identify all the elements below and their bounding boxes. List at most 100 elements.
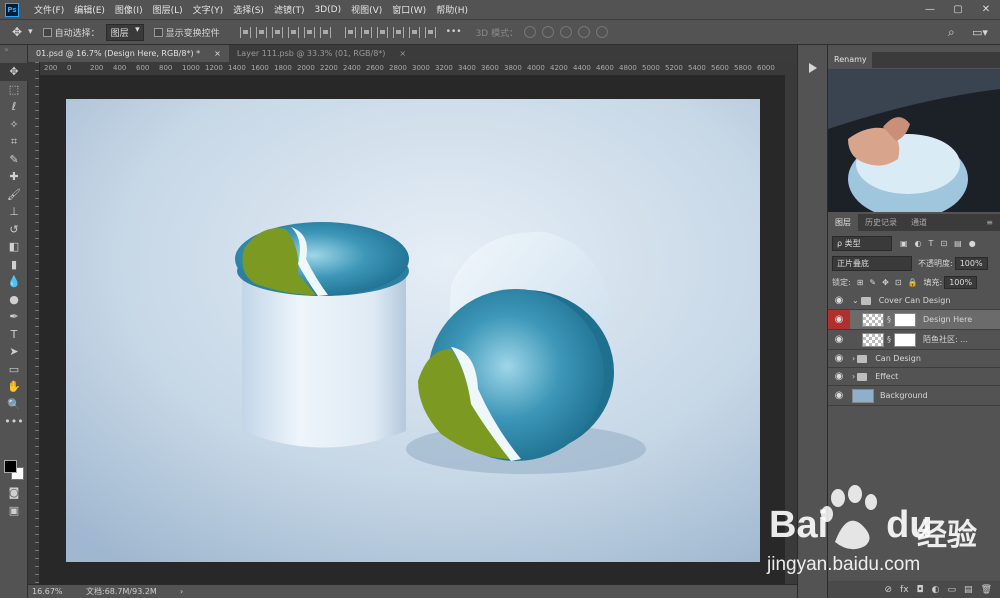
distribute-top-icon[interactable] bbox=[344, 26, 356, 38]
pen-tool-icon[interactable]: ✒ bbox=[0, 308, 28, 326]
show-transform-checkbox[interactable] bbox=[153, 27, 163, 37]
gradient-tool-icon[interactable]: ▮ bbox=[0, 256, 28, 274]
filter-adjust-icon[interactable]: ◐ bbox=[915, 239, 922, 248]
add-mask-icon[interactable]: ◘ bbox=[917, 585, 924, 595]
menu-help[interactable]: 帮助(H) bbox=[431, 3, 473, 16]
eye-icon[interactable]: ◉ bbox=[828, 368, 850, 385]
distribute-hcenter-icon[interactable] bbox=[408, 26, 420, 38]
hand-tool-icon[interactable]: ✋ bbox=[0, 378, 28, 396]
quick-mask-icon[interactable]: ◙ bbox=[0, 484, 28, 502]
panel-menu-icon[interactable]: ≡ bbox=[979, 214, 1000, 231]
document-canvas[interactable] bbox=[66, 99, 760, 562]
layer-row[interactable]: ◉ § 陌鱼社区: ... bbox=[828, 330, 1000, 349]
zoom-level[interactable]: 16.67% bbox=[28, 587, 78, 596]
eraser-tool-icon[interactable]: ◧ bbox=[0, 238, 28, 256]
opacity-input[interactable]: 100% bbox=[954, 257, 988, 270]
chevron-down-icon[interactable]: ⌄ bbox=[852, 296, 859, 305]
color-swatches[interactable] bbox=[3, 459, 25, 481]
menu-window[interactable]: 窗口(W) bbox=[387, 3, 431, 16]
chevron-right-icon[interactable]: › bbox=[852, 354, 855, 363]
workspace-icon[interactable]: ▭▾ bbox=[972, 26, 988, 39]
brush-tool-icon[interactable]: 🖌 bbox=[0, 186, 28, 204]
tab-history[interactable]: 历史记录 bbox=[858, 214, 904, 231]
layer-row[interactable]: ◉ › Effect bbox=[828, 368, 1000, 385]
tab-layer-111-psb[interactable]: Layer 111.psb @ 33.3% (01, RGB/8*) × bbox=[229, 45, 414, 62]
align-right-icon[interactable] bbox=[319, 26, 331, 38]
rectangle-tool-icon[interactable]: ▭ bbox=[0, 361, 28, 379]
blur-tool-icon[interactable]: 💧 bbox=[0, 273, 28, 291]
menu-select[interactable]: 选择(S) bbox=[228, 3, 269, 16]
tab-layers[interactable]: 图层 bbox=[828, 214, 858, 231]
eye-icon[interactable]: ◉ bbox=[828, 387, 850, 404]
move-tool-icon[interactable]: ✥ bbox=[12, 25, 22, 39]
type-tool-icon[interactable]: T bbox=[0, 326, 28, 344]
screen-mode-icon[interactable]: ▣ bbox=[0, 502, 28, 520]
canvas-area[interactable] bbox=[40, 76, 785, 584]
trash-icon[interactable]: 🗑 bbox=[981, 585, 992, 595]
menu-filter[interactable]: 滤镜(T) bbox=[269, 3, 310, 16]
align-left-icon[interactable] bbox=[287, 26, 299, 38]
auto-select-dropdown[interactable]: 图层 bbox=[105, 23, 144, 41]
3d-pan-icon[interactable] bbox=[560, 26, 573, 38]
distribute-right-icon[interactable] bbox=[424, 26, 436, 38]
magic-wand-tool-icon[interactable]: ✧ bbox=[0, 116, 28, 134]
blend-mode-dropdown[interactable]: 正片叠底 bbox=[832, 256, 912, 271]
status-menu-icon[interactable]: › bbox=[180, 587, 183, 596]
new-group-icon[interactable]: ▭ bbox=[948, 585, 957, 595]
marquee-tool-icon[interactable]: ⬚ bbox=[0, 81, 28, 99]
distribute-vcenter-icon[interactable] bbox=[360, 26, 372, 38]
tab-channels[interactable]: 通道 bbox=[904, 214, 934, 231]
lasso-tool-icon[interactable]: ℓ bbox=[0, 98, 28, 116]
filter-smart-icon[interactable]: ▤ bbox=[954, 239, 962, 248]
move-tool-icon[interactable]: ✥ bbox=[0, 63, 28, 81]
layer-row[interactable]: ◉ Background bbox=[828, 386, 1000, 405]
more-options-icon[interactable]: ••• bbox=[446, 27, 462, 37]
lock-transparent-icon[interactable]: ⊞ bbox=[857, 278, 864, 287]
chevron-right-icon[interactable]: › bbox=[852, 372, 855, 381]
menu-file[interactable]: 文件(F) bbox=[29, 3, 69, 16]
menu-3d[interactable]: 3D(D) bbox=[309, 5, 346, 15]
layer-row[interactable]: ◉ ⌄ Cover Can Design bbox=[828, 292, 1000, 309]
layer-row-selected[interactable]: ◉ § Design Here bbox=[828, 310, 1000, 329]
eye-icon[interactable]: ◉ bbox=[828, 331, 850, 348]
zoom-tool-icon[interactable]: 🔍 bbox=[0, 396, 28, 414]
menu-view[interactable]: 视图(V) bbox=[346, 3, 387, 16]
auto-select-checkbox[interactable] bbox=[42, 27, 52, 37]
chevron-down-icon[interactable]: ▾ bbox=[28, 27, 33, 37]
menu-image[interactable]: 图像(I) bbox=[110, 3, 148, 16]
tab-close-icon[interactable]: × bbox=[214, 45, 221, 62]
close-icon[interactable]: ✕ bbox=[972, 0, 1000, 19]
fill-input[interactable]: 100% bbox=[944, 276, 978, 289]
3d-rotate-icon[interactable] bbox=[524, 26, 537, 38]
search-icon[interactable]: ⌕ bbox=[948, 25, 955, 40]
align-hcenter-icon[interactable] bbox=[303, 26, 315, 38]
lock-position-icon[interactable]: ✥ bbox=[882, 278, 889, 287]
align-bottom-icon[interactable] bbox=[271, 26, 283, 38]
lock-artboard-icon[interactable]: ⊡ bbox=[895, 278, 902, 287]
menu-layer[interactable]: 图层(L) bbox=[148, 3, 188, 16]
history-brush-tool-icon[interactable]: ↺ bbox=[0, 221, 28, 239]
filter-toggle-icon[interactable]: ● bbox=[969, 239, 976, 248]
filter-shape-icon[interactable]: ⊡ bbox=[940, 239, 947, 248]
distribute-left-icon[interactable] bbox=[392, 26, 404, 38]
link-layers-icon[interactable]: ⊘ bbox=[885, 585, 893, 595]
adjustment-layer-icon[interactable]: ◐ bbox=[932, 585, 940, 595]
healing-brush-tool-icon[interactable]: ✚ bbox=[0, 168, 28, 186]
lock-all-icon[interactable]: 🔒 bbox=[908, 278, 918, 287]
tab-close-icon[interactable]: × bbox=[399, 45, 406, 62]
eye-icon[interactable]: ◉ bbox=[828, 310, 850, 329]
clone-stamp-tool-icon[interactable]: ⊥ bbox=[0, 203, 28, 221]
play-icon[interactable] bbox=[809, 63, 817, 73]
distribute-bottom-icon[interactable] bbox=[376, 26, 388, 38]
align-top-icon[interactable] bbox=[239, 26, 251, 38]
eyedropper-tool-icon[interactable]: ✎ bbox=[0, 151, 28, 169]
lock-image-icon[interactable]: ✎ bbox=[869, 278, 876, 287]
eye-icon[interactable]: ◉ bbox=[828, 292, 850, 309]
path-selection-tool-icon[interactable]: ➤ bbox=[0, 343, 28, 361]
menu-type[interactable]: 文字(Y) bbox=[188, 3, 229, 16]
maximize-icon[interactable]: ▢ bbox=[944, 0, 972, 19]
menu-edit[interactable]: 编辑(E) bbox=[69, 3, 110, 16]
eye-icon[interactable]: ◉ bbox=[828, 350, 850, 367]
foreground-color-swatch[interactable] bbox=[4, 460, 17, 473]
filter-pixel-icon[interactable]: ▣ bbox=[900, 239, 908, 248]
